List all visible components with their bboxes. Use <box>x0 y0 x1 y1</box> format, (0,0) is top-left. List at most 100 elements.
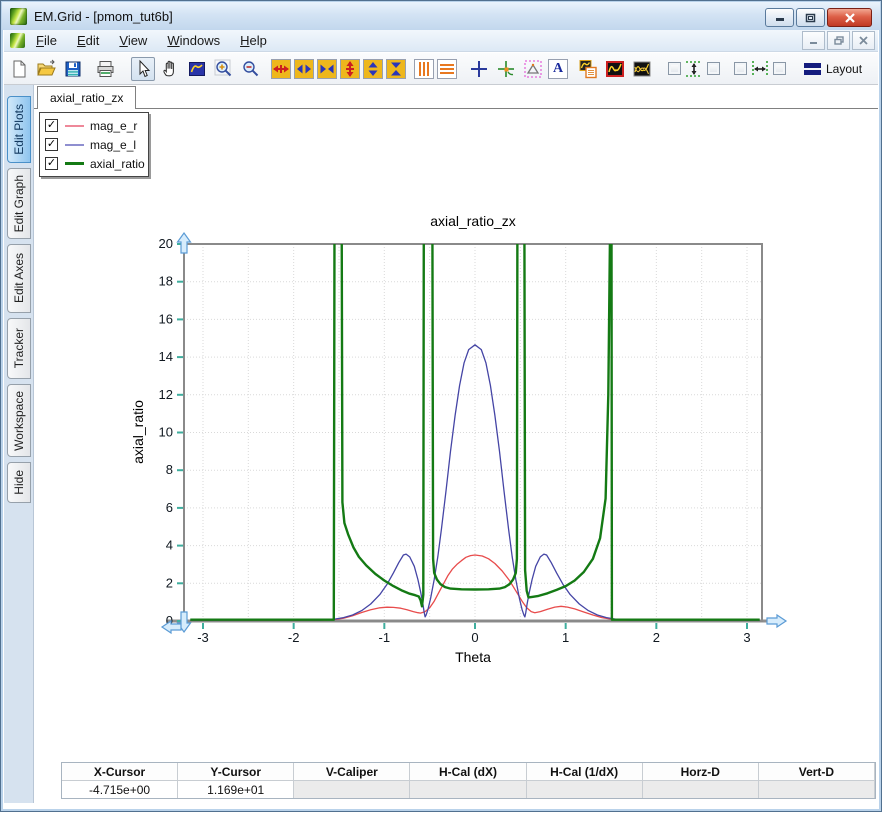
svg-text:6: 6 <box>166 500 173 515</box>
mdi-minimize-icon <box>810 42 817 44</box>
pan-tool-button[interactable] <box>158 57 182 81</box>
status-col-horz-d: Horz-D <box>643 763 759 780</box>
svg-text:-2: -2 <box>288 630 300 645</box>
mdi-minimize-button[interactable] <box>802 31 825 50</box>
svg-text:Theta: Theta <box>455 649 491 665</box>
document-icon[interactable] <box>10 33 25 48</box>
legend-box: ✓ mag_e_r ✓ mag_e_l ✓ axial_ratio <box>39 112 149 177</box>
title-bar[interactable]: EM.Grid - [pmom_tut6b] <box>2 2 880 30</box>
crosshair-button[interactable] <box>467 57 491 81</box>
plot-tab[interactable]: axial_ratio_zx <box>37 86 137 109</box>
plot-window-button[interactable] <box>603 57 627 81</box>
autoscale-button[interactable] <box>185 57 209 81</box>
menu-view[interactable]: View <box>110 31 156 50</box>
minimize-icon <box>775 18 784 21</box>
overlay-plots-button[interactable] <box>630 57 654 81</box>
mdi-close-button[interactable] <box>852 31 875 50</box>
close-icon <box>844 12 855 23</box>
horizontal-fit-left-checkbox[interactable] <box>734 62 747 75</box>
status-col-y-cursor: Y-Cursor <box>178 763 295 780</box>
status-horz-d-value <box>642 781 759 798</box>
overlay-plots-icon <box>633 61 651 76</box>
vertical-fit-icon[interactable] <box>684 59 704 79</box>
svg-text:10: 10 <box>159 425 173 440</box>
expand-x-button[interactable] <box>271 58 291 79</box>
minimize-button[interactable] <box>765 8 794 27</box>
svg-text:axial_ratio_zx: axial_ratio_zx <box>430 213 516 229</box>
menu-edit[interactable]: Edit <box>68 31 108 50</box>
svg-text:2: 2 <box>653 630 660 645</box>
zoom-out-button[interactable] <box>239 57 263 81</box>
sidebar-tab-tracker[interactable]: Tracker <box>7 318 31 379</box>
svg-text:12: 12 <box>159 387 173 402</box>
app-window: EM.Grid - [pmom_tut6b] File Edit View Wi… <box>0 0 882 812</box>
mdi-restore-button[interactable] <box>827 31 850 50</box>
plot-page: axial_ratio_zx ✓ mag_e_r ✓ mag_e_l ✓ axi… <box>34 85 878 803</box>
legend-checkbox-mag-e-l[interactable]: ✓ <box>45 138 58 151</box>
expand-x-icon <box>273 64 289 73</box>
svg-text:4: 4 <box>166 538 173 553</box>
expand-y-button[interactable] <box>340 58 360 79</box>
sidebar: Edit Plots Edit Graph Edit Axes Tracker … <box>4 85 34 803</box>
horizontal-fit-right-checkbox[interactable] <box>773 62 786 75</box>
pan-hand-icon <box>163 60 174 76</box>
open-file-button[interactable] <box>34 57 58 81</box>
horizontal-markers-icon <box>440 63 454 74</box>
caliper-button[interactable] <box>521 57 545 81</box>
print-button[interactable] <box>93 57 117 81</box>
select-tool-button[interactable] <box>131 56 155 81</box>
stretch-y-button[interactable] <box>363 58 383 79</box>
sidebar-tab-workspace[interactable]: Workspace <box>7 384 31 457</box>
status-v-caliper-value <box>294 781 411 798</box>
status-col-h-cal-1dx: H-Cal (1/dX) <box>527 763 643 780</box>
menu-windows[interactable]: Windows <box>158 31 229 50</box>
legend-swatch-mag-e-l <box>65 143 84 146</box>
horizontal-markers-button[interactable] <box>437 58 457 79</box>
status-values-row: -4.715e+00 1.169e+01 <box>62 781 875 798</box>
x-axis-max-handle[interactable] <box>766 613 788 629</box>
compress-y-button[interactable] <box>386 58 406 79</box>
layout-button[interactable]: Layout <box>804 61 862 77</box>
layout-label: Layout <box>826 61 863 76</box>
vertical-fit-left-checkbox[interactable] <box>668 62 681 75</box>
status-col-vert-d: Vert-D <box>759 763 875 780</box>
zoom-in-button[interactable] <box>212 57 236 81</box>
open-file-icon <box>37 59 56 75</box>
legend-checkbox-mag-e-r[interactable]: ✓ <box>45 119 58 132</box>
legend-checkbox-axial-ratio[interactable]: ✓ <box>45 157 58 170</box>
plot-chart[interactable]: -3 -2 -1 0 1 2 302468101214161820axial_ratio_z… <box>129 204 789 672</box>
tracker-icon <box>498 60 514 77</box>
tracker-button[interactable] <box>494 57 518 81</box>
svg-text:8: 8 <box>166 462 173 477</box>
horizontal-fit-icon[interactable] <box>750 59 770 79</box>
menu-file[interactable]: File <box>27 31 66 50</box>
svg-text:0: 0 <box>471 630 478 645</box>
svg-text:-3: -3 <box>197 630 209 645</box>
restore-button[interactable] <box>796 8 825 27</box>
svg-text:1: 1 <box>562 630 569 645</box>
save-button[interactable] <box>61 57 85 81</box>
text-annotation-button[interactable]: A <box>548 58 568 79</box>
status-col-h-cal-dx: H-Cal (dX) <box>410 763 527 780</box>
legend-swatch-axial-ratio <box>65 162 84 165</box>
vertical-markers-button[interactable] <box>414 58 434 79</box>
compress-x-button[interactable] <box>317 58 337 79</box>
sidebar-tab-hide[interactable]: Hide <box>7 462 31 503</box>
new-file-button[interactable] <box>7 57 31 81</box>
vertical-fit-right-checkbox[interactable] <box>707 62 720 75</box>
plot-report-button[interactable] <box>576 57 600 81</box>
sidebar-tab-edit-plots[interactable]: Edit Plots <box>7 96 31 163</box>
select-arrow-icon <box>139 59 151 77</box>
sidebar-tab-edit-axes[interactable]: Edit Axes <box>7 244 31 313</box>
stretch-x-button[interactable] <box>294 58 314 79</box>
svg-text:2: 2 <box>166 575 173 590</box>
horizontal-fit-group <box>734 59 786 79</box>
menu-bar: File Edit View Windows Help <box>4 30 878 52</box>
close-button[interactable] <box>827 8 872 27</box>
menu-help[interactable]: Help <box>231 31 276 50</box>
print-icon <box>97 60 114 77</box>
status-vert-d-value <box>758 781 875 798</box>
sidebar-tab-edit-graph[interactable]: Edit Graph <box>7 168 31 239</box>
mdi-close-icon <box>859 36 868 45</box>
svg-text:14: 14 <box>159 349 173 364</box>
